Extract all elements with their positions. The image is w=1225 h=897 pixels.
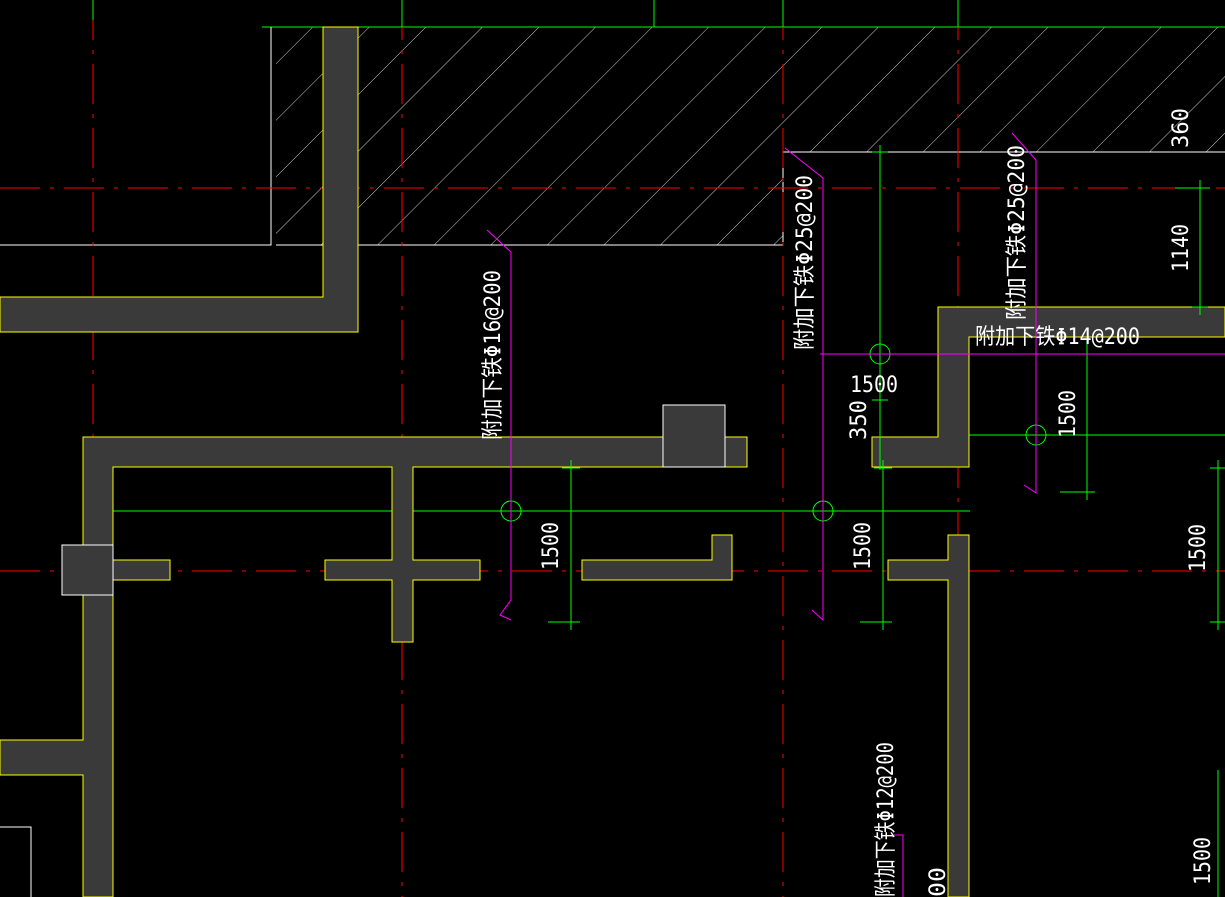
- label-rebar-25-b: 附加下铁Φ25@200: [1005, 145, 1030, 320]
- wall-stub-left: [112, 559, 171, 581]
- dim-1500-a: 1500: [539, 522, 564, 570]
- wall-right-vertical: [887, 534, 970, 897]
- dim-360: 360: [1169, 108, 1194, 148]
- wall-main: [0, 436, 748, 897]
- rebar-labels: 附加下铁Φ16@200 附加下铁Φ25@200 附加下铁Φ25@200 附加下铁…: [481, 145, 1140, 897]
- dim-1500-c: 1500: [1056, 390, 1081, 438]
- wall-stub-mid: [581, 534, 733, 581]
- cad-drawing-canvas[interactable]: 附加下铁Φ16@200 附加下铁Φ25@200 附加下铁Φ25@200 附加下铁…: [0, 0, 1225, 897]
- dim-350: 350: [847, 400, 872, 440]
- label-rebar-16: 附加下铁Φ16@200: [481, 270, 506, 440]
- dimension-markers: [500, 145, 1225, 897]
- dim-1500-d: 1500: [1186, 524, 1211, 572]
- slab-hatch-region: [0, 26, 1225, 246]
- dim-1500-e: 1500: [1191, 837, 1216, 885]
- label-rebar-25-a: 附加下铁Φ25@200: [793, 175, 818, 350]
- label-rebar-bottom-partial: 00: [926, 867, 951, 897]
- dim-1500-b: 1500: [851, 522, 876, 570]
- dim-1140: 1140: [1169, 224, 1194, 272]
- rebar-lines: [486, 132, 1225, 897]
- label-rebar-12: 附加下铁Φ12@200: [874, 742, 899, 897]
- dim-1500-horizontal: 1500: [850, 373, 898, 398]
- label-rebar-14: 附加下铁Φ14@200: [975, 325, 1140, 350]
- column-left-small: [61, 544, 114, 596]
- column-square: [662, 404, 726, 468]
